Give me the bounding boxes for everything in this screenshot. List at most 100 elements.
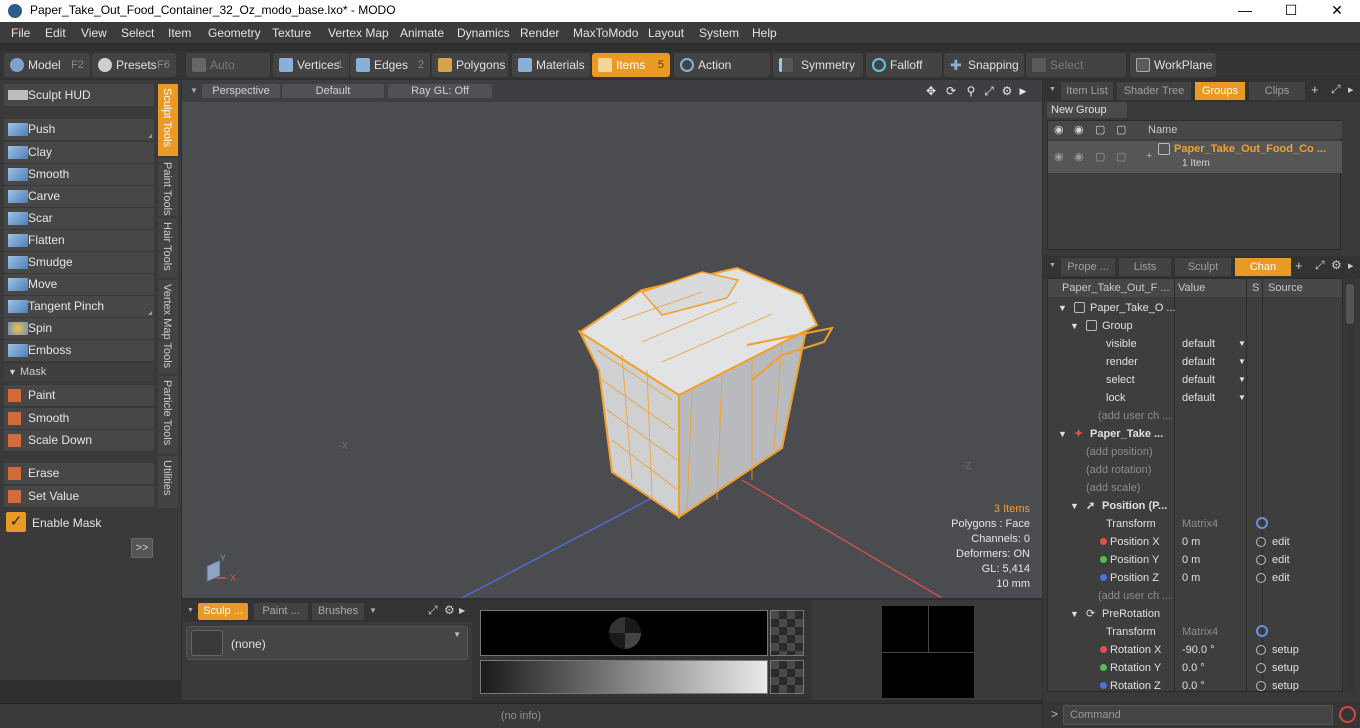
move-view-icon[interactable]: ✥	[924, 84, 938, 98]
channel-row-position[interactable]: ▼ ➚ Position (P...	[1054, 497, 1342, 515]
tab-particle-tools[interactable]: Particle Tools	[158, 376, 178, 454]
menu-dynamics[interactable]: Dynamics	[457, 26, 510, 40]
record-icon[interactable]	[1339, 706, 1356, 723]
pos-y-state-icon[interactable]	[1256, 555, 1266, 565]
channel-row-add-position[interactable]: (add position)	[1054, 443, 1342, 461]
channel-row-select[interactable]: select default ▼	[1054, 371, 1342, 389]
panel-menu-icon[interactable]: ▼	[187, 607, 194, 614]
expand-button[interactable]: >>	[131, 538, 153, 558]
symmetry-button[interactable]: Symmetry	[773, 53, 863, 77]
channel-row-locator[interactable]: ▼ ✦ Paper_Take ...	[1054, 425, 1342, 443]
panel-expand-icon[interactable]: ⤢	[428, 603, 438, 618]
set-value-button[interactable]: Set Value	[4, 486, 154, 507]
panel-more-icon[interactable]: ▶	[459, 606, 465, 615]
rot-z-state-icon[interactable]	[1256, 681, 1266, 691]
top-more-icon[interactable]: ▶	[1348, 86, 1353, 94]
channels-scrollbar[interactable]	[1345, 278, 1355, 692]
channel-row-add-rotation[interactable]: (add rotation)	[1054, 461, 1342, 479]
tool-emboss[interactable]: Emboss	[4, 340, 154, 361]
viewport-menu-icon[interactable]: ▼	[190, 86, 198, 95]
tool-smudge[interactable]: Smudge	[4, 252, 154, 273]
tab-channels[interactable]: Chan	[1235, 258, 1291, 276]
tool-smooth[interactable]: Smooth	[4, 164, 154, 185]
render-icon[interactable]: ◉	[1074, 123, 1084, 136]
channel-row-group[interactable]: ▼ Group	[1054, 317, 1342, 335]
command-input[interactable]: Command	[1063, 705, 1333, 725]
row-lock-icon[interactable]: ▢	[1095, 150, 1105, 163]
matrix-link-icon[interactable]	[1256, 517, 1268, 529]
channel-row-rot-transform[interactable]: Transform Matrix4	[1054, 623, 1342, 641]
minimize-icon[interactable]: —	[1222, 0, 1268, 22]
top-panel-menu-icon[interactable]: ▼	[1049, 86, 1056, 93]
channel-row-add-scale[interactable]: (add scale)	[1054, 479, 1342, 497]
rot-x-state-icon[interactable]	[1256, 645, 1266, 655]
rot-y-state-icon[interactable]	[1256, 663, 1266, 673]
menu-texture[interactable]: Texture	[272, 26, 311, 40]
scrollbar-thumb[interactable]	[1346, 284, 1354, 324]
workplane-button[interactable]: WorkPlane	[1130, 53, 1216, 77]
model-button[interactable]: Model F2	[4, 53, 90, 77]
lock-dropdown-icon[interactable]: ▼	[1238, 389, 1246, 407]
menu-view[interactable]: View	[81, 26, 107, 40]
snapping-button[interactable]: ✚ Snapping	[944, 53, 1024, 77]
mid-expand-icon[interactable]: ⤢	[1315, 258, 1325, 273]
tab-utilities[interactable]: Utilities	[158, 456, 178, 508]
visible-dropdown-icon[interactable]: ▼	[1238, 335, 1246, 353]
channel-row-pos-transform[interactable]: Transform Matrix4	[1054, 515, 1342, 533]
presets-button[interactable]: Presets F6	[92, 53, 176, 77]
tab-item-list[interactable]: Item List	[1061, 82, 1113, 100]
menu-help[interactable]: Help	[752, 26, 777, 40]
tool-spin[interactable]: Spin	[4, 318, 154, 339]
channel-row-rot-x[interactable]: Rotation X -90.0 ° setup	[1054, 641, 1342, 659]
rot-matrix-link-icon[interactable]	[1256, 625, 1268, 637]
perspective-dropdown[interactable]: Perspective	[202, 84, 280, 98]
items-button[interactable]: Items 5	[592, 53, 670, 77]
menu-layout[interactable]: Layout	[648, 26, 684, 40]
row-eye-icon[interactable]: ◉	[1054, 150, 1064, 163]
lock-icon[interactable]: ▢	[1095, 123, 1105, 136]
tab-lists[interactable]: Lists	[1119, 258, 1171, 276]
menu-animate[interactable]: Animate	[400, 26, 444, 40]
tab-paint[interactable]: Paint ...	[254, 603, 308, 620]
tool-flatten[interactable]: Flatten	[4, 230, 154, 251]
tab-properties[interactable]: Prope ...	[1061, 258, 1115, 276]
tool-scar[interactable]: Scar	[4, 208, 154, 229]
polygons-button[interactable]: Polygons	[432, 53, 508, 77]
channel-row-pos-z[interactable]: Position Z0 m edit	[1054, 569, 1342, 587]
menu-edit[interactable]: Edit	[45, 26, 66, 40]
viewport-settings-icon[interactable]: ⚙	[1000, 84, 1014, 98]
tab-clips[interactable]: Clips	[1249, 82, 1305, 100]
maximize-view-icon[interactable]: ⤢	[982, 84, 996, 98]
tab-shader-tree[interactable]: Shader Tree	[1117, 82, 1191, 100]
tab-sculpt-props[interactable]: Sculpt	[1175, 258, 1231, 276]
tabs-dropdown-icon[interactable]: ▼	[369, 606, 377, 615]
tool-tangent-pinch[interactable]: Tangent Pinch	[4, 296, 154, 317]
menu-maxtomodo[interactable]: MaxToModo	[573, 26, 638, 40]
menu-item[interactable]: Item	[168, 26, 191, 40]
viewport-more-icon[interactable]: ▶	[1016, 84, 1030, 98]
tab-paint-tools[interactable]: Paint Tools	[158, 158, 178, 216]
add-mid-tab-icon[interactable]: +	[1295, 258, 1303, 273]
mask-scale-down[interactable]: Scale Down	[4, 430, 154, 451]
mid-panel-menu-icon[interactable]: ▼	[1049, 262, 1056, 269]
menu-render[interactable]: Render	[520, 26, 559, 40]
channel-row-add-user[interactable]: (add user ch ...	[1054, 407, 1342, 425]
auto-select-button[interactable]: Auto Select	[186, 53, 270, 96]
menu-select[interactable]: Select	[121, 26, 154, 40]
rotate-view-icon[interactable]: ⟳	[944, 84, 958, 98]
tab-groups[interactable]: Groups	[1195, 82, 1245, 100]
falloff-button[interactable]: Falloff	[866, 53, 942, 77]
tool-move[interactable]: Move	[4, 274, 154, 295]
select-icon[interactable]: ▢	[1116, 123, 1126, 136]
visibility-eye-icon[interactable]: ◉	[1054, 123, 1064, 136]
3d-viewport[interactable]: -X -Z Y X ▼ Perspective Default Ray GL: …	[182, 80, 1042, 598]
panel-settings-icon[interactable]: ⚙	[444, 603, 455, 617]
tab-vertex-map-tools[interactable]: Vertex Map Tools	[158, 280, 178, 374]
mid-more-icon[interactable]: ▶	[1348, 262, 1353, 270]
mid-settings-icon[interactable]: ⚙	[1331, 258, 1342, 272]
menu-vertex-map[interactable]: Vertex Map	[328, 26, 389, 40]
brush-preset-dropdown[interactable]: (none) ▼	[186, 626, 468, 660]
group-row[interactable]: ◉ ◉ ▢ ▢ + Paper_Take_Out_Food_Co ... 1 I…	[1048, 141, 1342, 173]
tab-sculpt[interactable]: Sculp ...	[198, 603, 248, 620]
row-select-icon[interactable]: ▢	[1116, 150, 1126, 163]
